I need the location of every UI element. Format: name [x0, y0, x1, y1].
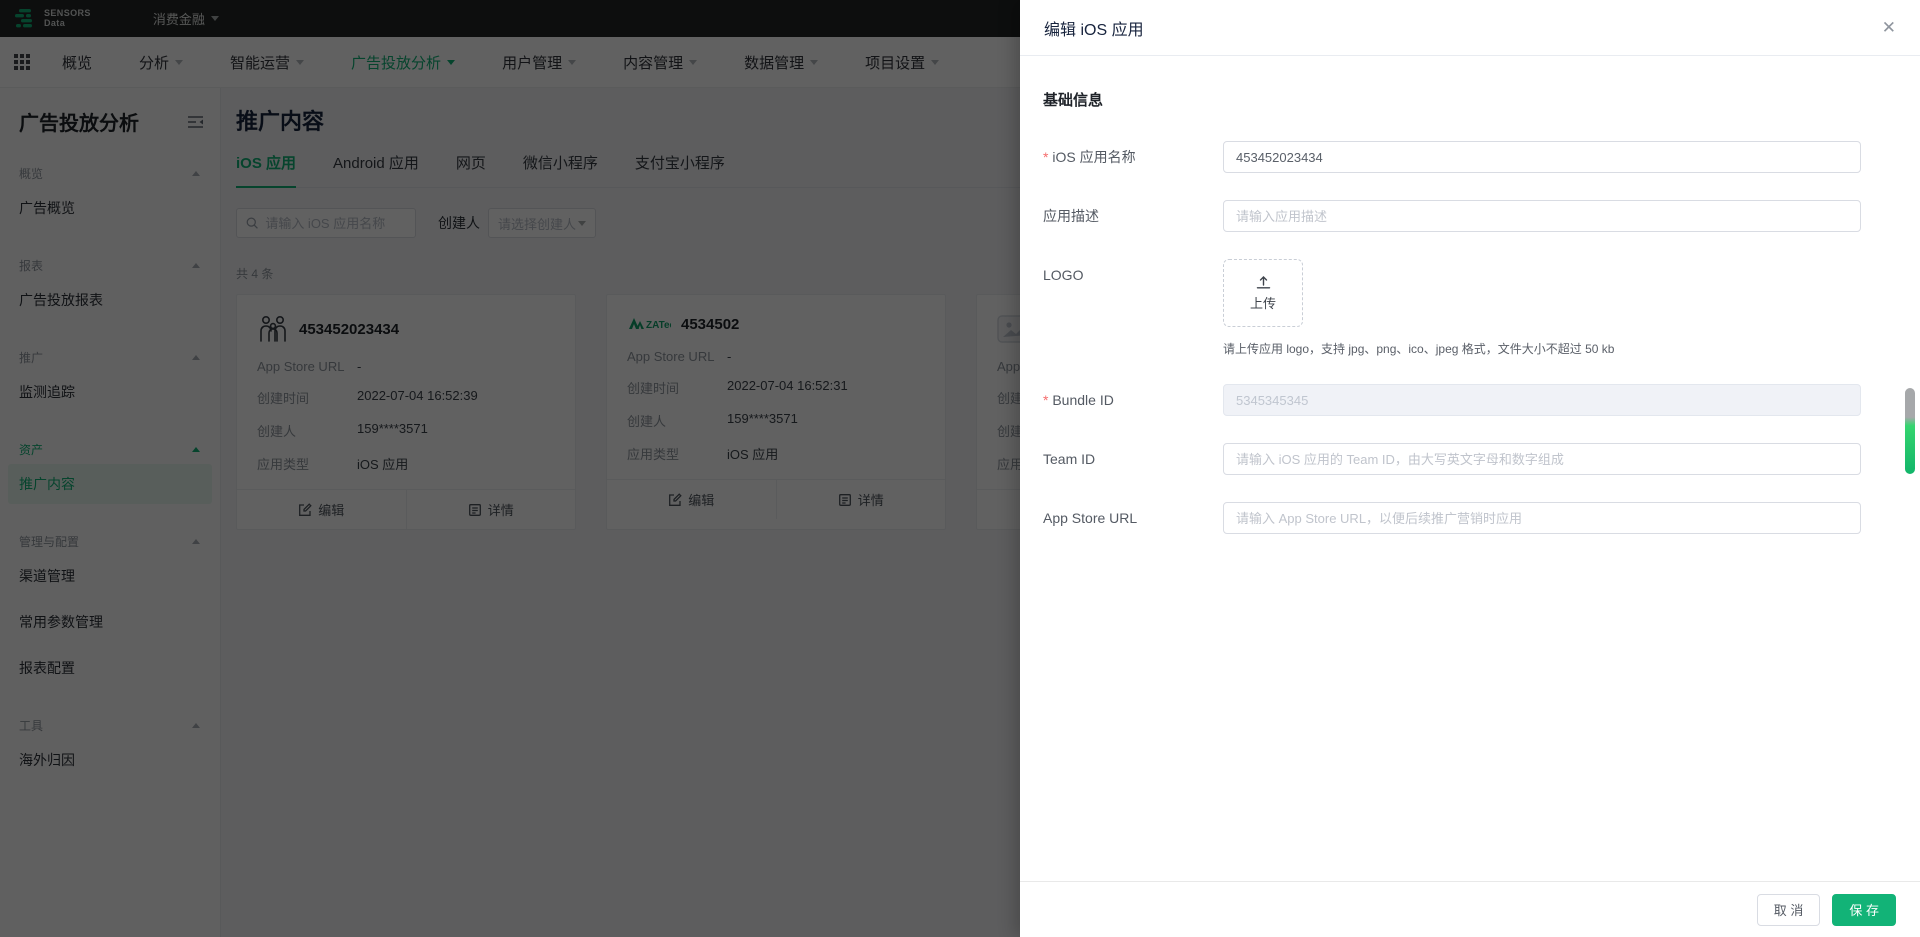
app-desc-label: 应用描述 [1043, 208, 1099, 224]
save-button[interactable]: 保 存 [1832, 893, 1896, 926]
app-store-url-label: App Store URL [1043, 510, 1138, 526]
scroll-indicator[interactable] [1905, 388, 1915, 474]
ios-name-label: iOS 应用名称 [1043, 141, 1223, 173]
team-id-label: Team ID [1043, 451, 1096, 467]
ios-name-input[interactable] [1223, 141, 1861, 173]
logo-upload-button[interactable]: 上传 [1223, 259, 1303, 327]
bundle-id-input [1223, 384, 1861, 416]
edit-ios-app-drawer: 编辑 iOS 应用 ✕ 基础信息 iOS 应用名称 应用描述 LOGO [1020, 0, 1920, 937]
drawer-title: 编辑 iOS 应用 [1044, 21, 1144, 39]
bundle-id-label: Bundle ID [1043, 384, 1223, 416]
logo-label: LOGO [1043, 267, 1084, 283]
logo-upload-help: 请上传应用 logo，支持 jpg、png、ico、jpeg 格式，文件大小不超… [1223, 342, 1615, 356]
app-desc-input[interactable] [1223, 200, 1861, 232]
team-id-input[interactable] [1223, 443, 1861, 475]
cancel-button[interactable]: 取 消 [1756, 893, 1821, 926]
section-title-basic-info: 基础信息 [1043, 92, 1104, 109]
upload-icon [1256, 275, 1270, 288]
upload-label: 上传 [1249, 295, 1276, 311]
app-store-url-input[interactable] [1223, 502, 1861, 534]
close-icon[interactable]: ✕ [1882, 19, 1896, 36]
